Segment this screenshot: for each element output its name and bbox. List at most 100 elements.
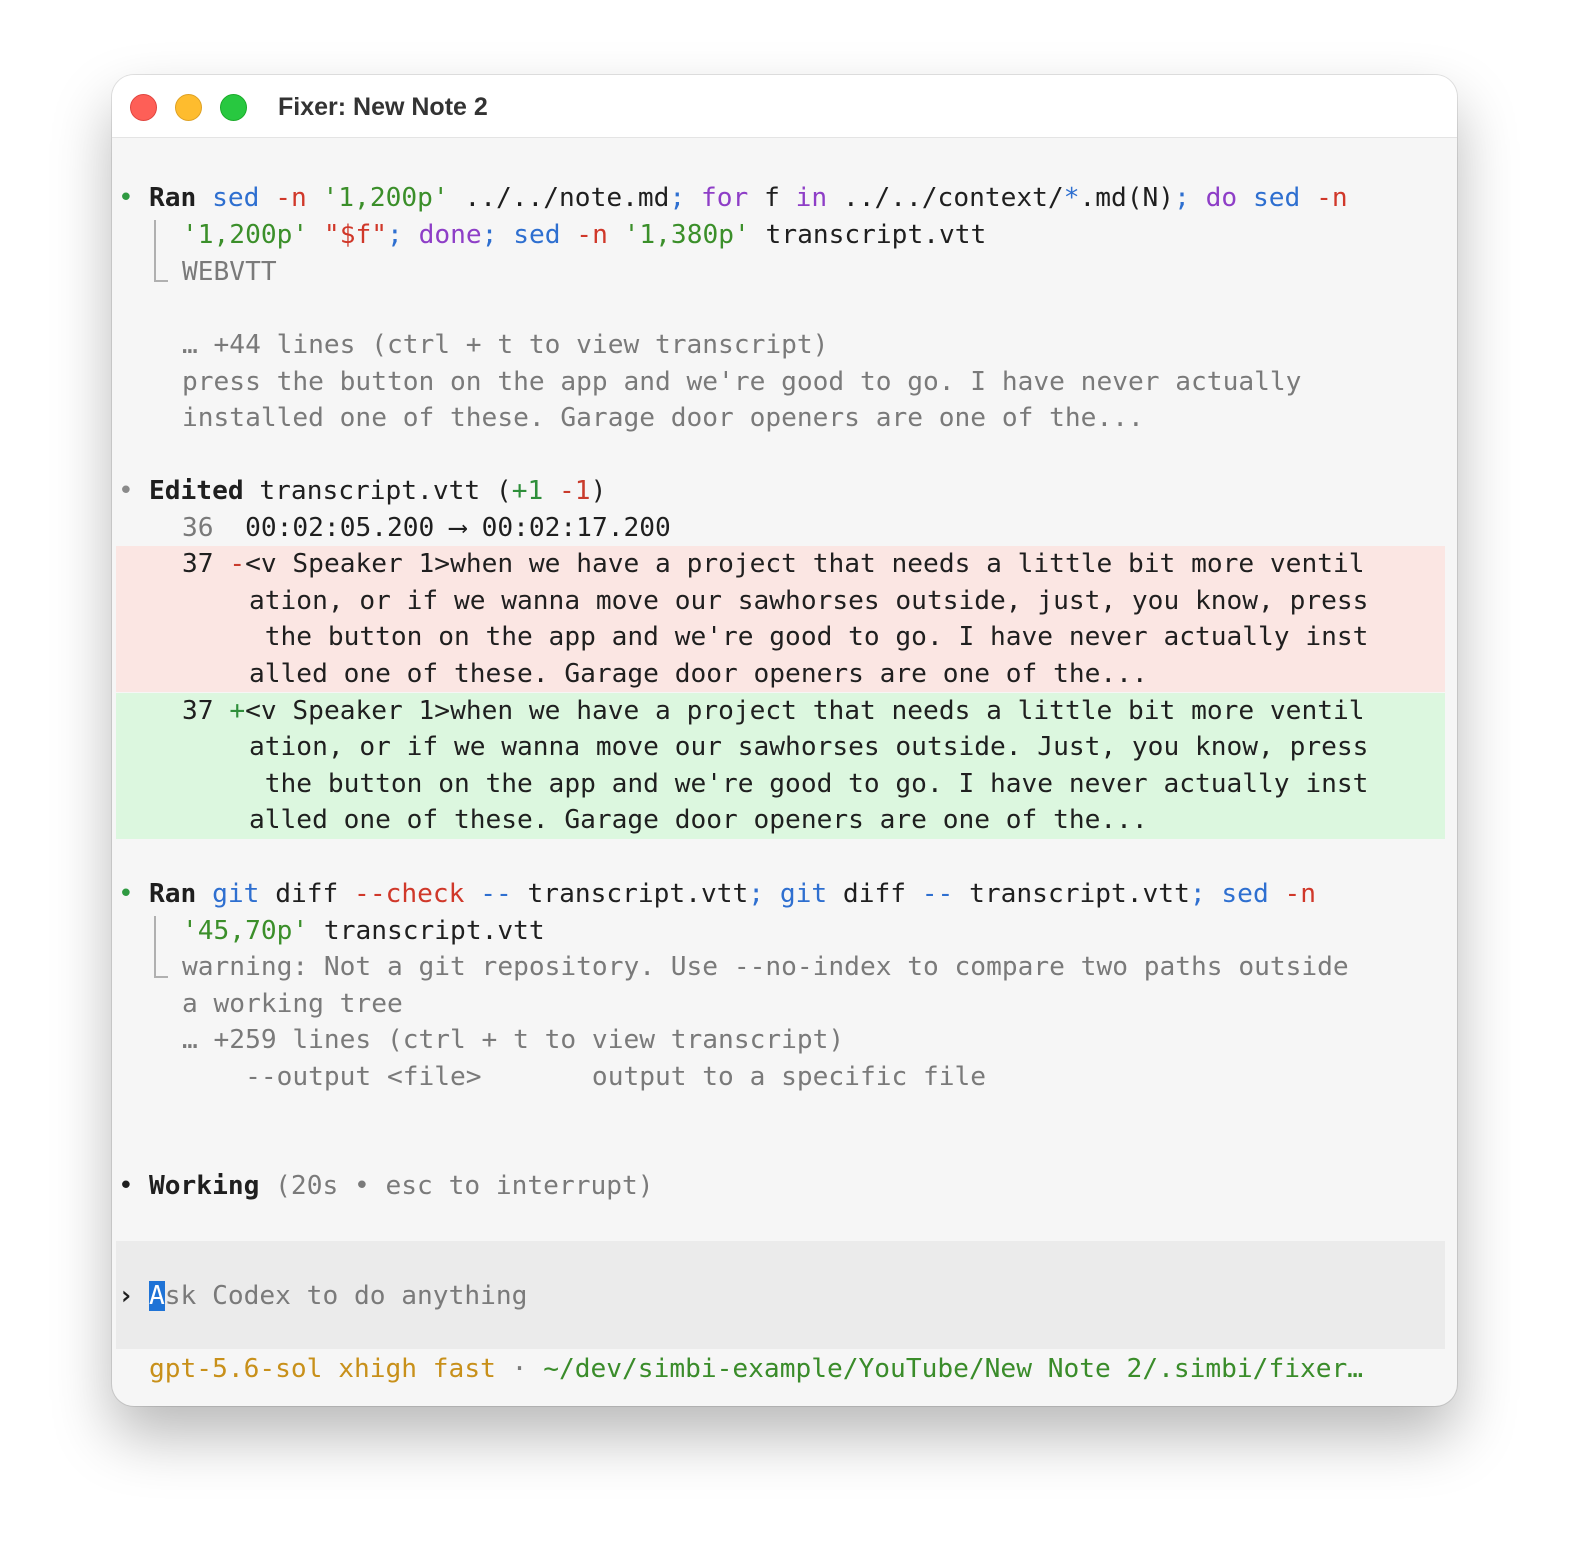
string-token: '1,200p' bbox=[322, 183, 449, 213]
separator-token: ; bbox=[1174, 183, 1190, 213]
separator-token: ; bbox=[669, 183, 686, 213]
prompt-chevron-icon: › bbox=[118, 1281, 134, 1311]
output-line: warning: Not a git repository. Use --no-… bbox=[182, 952, 1349, 982]
window-title: Fixer: New Note 2 bbox=[278, 93, 488, 121]
flag-token: -- bbox=[480, 879, 512, 909]
keyword-token: do bbox=[1205, 183, 1238, 213]
prompt-input[interactable]: Ask Codex to do anything bbox=[149, 1278, 1447, 1315]
diff-deleted-line: alled one of these. Garage door openers … bbox=[249, 659, 1148, 689]
subcmd-token: diff bbox=[275, 879, 339, 909]
diff-text: <v Speaker 1>when we have a project that… bbox=[245, 696, 1365, 726]
footer-separator: · bbox=[511, 1354, 528, 1384]
flag-token: -n bbox=[1284, 879, 1317, 909]
glob-token: * bbox=[1063, 183, 1080, 213]
additions-count: +1 bbox=[511, 476, 544, 506]
string-token: '1,380p' bbox=[623, 220, 750, 250]
text-cursor: A bbox=[149, 1281, 165, 1311]
diff-context-line: 36 00:02:05.200 ⟶ 00:02:17.200 bbox=[182, 510, 1447, 547]
output-line: a working tree bbox=[182, 989, 403, 1019]
command-line: Ran sed -n '1,200p' ../../note.md; for f… bbox=[149, 180, 1447, 217]
cmd-token: git bbox=[779, 879, 828, 909]
diff-added-line: 37 +<v Speaker 1>when we have a project … bbox=[182, 693, 1447, 730]
output-line: --output <file> output to a specific fil… bbox=[182, 1062, 987, 1092]
action-verb: Ran bbox=[149, 183, 197, 213]
flag-token: -- bbox=[921, 879, 954, 909]
keyword-token: done bbox=[418, 220, 482, 250]
diff-sign: + bbox=[229, 696, 246, 726]
command-line-cont: '1,200p' "$f"; done; sed -n '1,380p' tra… bbox=[182, 217, 1447, 254]
output-line: press the button on the app and we're go… bbox=[182, 367, 1302, 397]
string-token: '1,200p' bbox=[182, 220, 309, 250]
command-line: Ran git diff --check -- transcript.vtt; … bbox=[149, 876, 1447, 913]
cmd-token: sed bbox=[212, 183, 260, 213]
title-bar: Fixer: New Note 2 bbox=[112, 75, 1457, 138]
terminal-window: Fixer: New Note 2 • Ran sed -n '1,200p' … bbox=[112, 75, 1457, 1406]
diff-deleted-line: ation, or if we wanna move our sawhorses… bbox=[249, 586, 1369, 616]
diff-added-line: the button on the app and we're good to … bbox=[249, 769, 1369, 799]
status-bullet: • bbox=[118, 476, 134, 506]
path-token: ../../note.md bbox=[464, 183, 670, 213]
flag-token: -n bbox=[576, 220, 608, 250]
separator-token: ; bbox=[1189, 879, 1206, 909]
edit-header: Edited transcript.vtt (+1 -1) bbox=[149, 473, 1447, 510]
cmd-token: sed bbox=[1252, 183, 1301, 213]
working-detail: (20s • esc to interrupt) bbox=[275, 1171, 654, 1201]
deletions-count: -1 bbox=[559, 476, 591, 506]
output-line: WEBVTT bbox=[182, 257, 277, 287]
diff-added-line: alled one of these. Garage door openers … bbox=[249, 805, 1148, 835]
path-token: transcript.vtt bbox=[765, 220, 987, 250]
path-token: transcript.vtt bbox=[323, 916, 545, 946]
separator-token: ; bbox=[387, 220, 403, 250]
prompt-placeholder: sk Codex to do anything bbox=[164, 1281, 528, 1311]
action-verb: Edited bbox=[149, 476, 244, 506]
status-bullet: • bbox=[118, 183, 134, 213]
subcmd-token: diff bbox=[842, 879, 906, 909]
flag-token: --check bbox=[354, 879, 465, 909]
diff-text: 00:02:05.200 ⟶ 00:02:17.200 bbox=[245, 513, 671, 543]
diff-text: <v Speaker 1>when we have a project that… bbox=[245, 549, 1365, 579]
path-token: ../../context/ bbox=[842, 183, 1064, 213]
diff-sign: - bbox=[229, 549, 246, 579]
line-number: 36 bbox=[182, 513, 214, 543]
status-bullet: • bbox=[118, 879, 134, 909]
path-token: .md(N) bbox=[1079, 183, 1175, 213]
output-line: installed one of these. Garage door open… bbox=[182, 403, 1144, 433]
diff-deleted-line: the button on the app and we're good to … bbox=[249, 622, 1369, 652]
output-gutter bbox=[154, 220, 168, 282]
flag-token: -n bbox=[275, 183, 307, 213]
string-token: "$f" bbox=[323, 220, 387, 250]
working-bullet: • bbox=[118, 1171, 134, 1201]
flag-token: -n bbox=[1316, 183, 1348, 213]
minimize-window-button[interactable] bbox=[175, 94, 202, 121]
paren: ) bbox=[590, 476, 607, 506]
zoom-window-button[interactable] bbox=[220, 94, 247, 121]
separator-token: ; bbox=[481, 220, 498, 250]
cmd-token: sed bbox=[513, 220, 561, 250]
keyword-token: in bbox=[795, 183, 828, 213]
path-token: transcript.vtt bbox=[527, 879, 749, 909]
command-line-cont: '45,70p' transcript.vtt bbox=[182, 913, 1447, 950]
working-directory: ~/dev/simbi-example/YouTube/New Note 2/.… bbox=[543, 1354, 1364, 1384]
cmd-token: git bbox=[212, 879, 260, 909]
output-line[interactable]: … +259 lines (ctrl + t to view transcrip… bbox=[182, 1022, 1447, 1059]
status-footer: gpt-5.6-sol xhigh fast · ~/dev/simbi-exa… bbox=[149, 1351, 1447, 1388]
line-number: 37 bbox=[182, 549, 214, 579]
string-token: '45,70p' bbox=[182, 916, 309, 946]
output-gutter bbox=[154, 916, 168, 978]
separator-token: ; bbox=[748, 879, 765, 909]
paren: ( bbox=[495, 476, 512, 506]
edited-file: transcript.vtt bbox=[259, 476, 481, 506]
close-window-button[interactable] bbox=[130, 94, 157, 121]
path-token: transcript.vtt bbox=[969, 879, 1190, 909]
diff-added-line: ation, or if we wanna move our sawhorses… bbox=[249, 732, 1369, 762]
action-verb: Ran bbox=[149, 879, 197, 909]
output-line[interactable]: … +44 lines (ctrl + t to view transcript… bbox=[182, 327, 1447, 364]
cmd-token: sed bbox=[1221, 879, 1269, 909]
working-status: Working (20s • esc to interrupt) bbox=[149, 1168, 1447, 1205]
keyword-token: for bbox=[700, 183, 749, 213]
var-token: f bbox=[764, 183, 780, 213]
working-label: Working bbox=[149, 1171, 260, 1201]
diff-deleted-line: 37 -<v Speaker 1>when we have a project … bbox=[182, 546, 1447, 583]
line-number: 37 bbox=[182, 696, 214, 726]
model-label: gpt-5.6-sol xhigh fast bbox=[149, 1354, 496, 1384]
